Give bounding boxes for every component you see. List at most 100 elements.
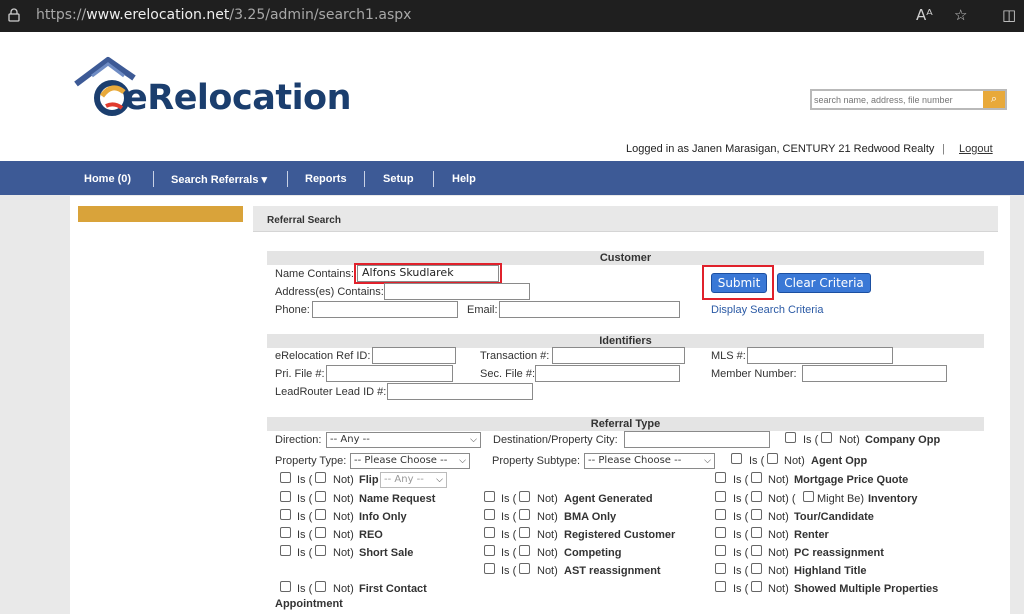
not-text: Not) [768, 547, 789, 559]
nav-help[interactable]: Help [452, 173, 476, 185]
not-text: Not) [537, 511, 558, 523]
agent-opp-checkbox-is[interactable] [731, 453, 742, 464]
email-label: Email: [467, 304, 498, 316]
display-search-criteria-link[interactable]: Display Search Criteria [711, 304, 823, 316]
renter-checkbox-is[interactable] [715, 527, 726, 538]
competing-label: Competing [564, 547, 622, 559]
pc-reassignment-checkbox-is[interactable] [715, 545, 726, 556]
renter-checkbox-not[interactable] [751, 527, 762, 538]
info-only-checkbox-is[interactable] [280, 509, 291, 520]
property-subtype-select[interactable]: -- Please Choose -- [584, 453, 715, 469]
ast-reassignment-checkbox-not[interactable] [519, 563, 530, 574]
agent-opp-checkbox-not[interactable] [767, 453, 778, 464]
sec-file-input[interactable] [535, 365, 680, 382]
bma-only-checkbox-not[interactable] [519, 509, 530, 520]
registered-customer-checkbox-is[interactable] [484, 527, 495, 538]
inventory-checkbox-is[interactable] [715, 491, 726, 502]
ast-reassignment-checkbox-is[interactable] [484, 563, 495, 574]
competing-checkbox-not[interactable] [519, 545, 530, 556]
transaction-input[interactable] [552, 347, 685, 364]
nav-search-referrals[interactable]: Search Referrals ▾ [171, 173, 267, 186]
direction-select[interactable]: -- Any -- [326, 432, 481, 448]
nav-home[interactable]: Home (0) [84, 173, 131, 185]
favorite-star-icon[interactable]: ☆ [954, 6, 967, 24]
header-separator: | [942, 143, 945, 155]
not-text: Not) [768, 565, 789, 577]
inventory-checkbox-not[interactable] [751, 491, 762, 502]
tour-candidate-label: Tour/Candidate [794, 511, 874, 523]
sidebar-accent-bar [78, 206, 243, 222]
name-request-checkbox-not[interactable] [315, 491, 326, 502]
bma-only-checkbox-is[interactable] [484, 509, 495, 520]
mortgage-checkbox-is[interactable] [715, 472, 726, 483]
pc-reassignment-checkbox-not[interactable] [751, 545, 762, 556]
is-text: Is ( [733, 547, 749, 559]
tour-candidate-checkbox-not[interactable] [751, 509, 762, 520]
flip-label: Flip [359, 474, 379, 486]
not-text: Not) [537, 565, 558, 577]
info-only-checkbox-not[interactable] [315, 509, 326, 520]
address-bar[interactable]: https://www.erelocation.net/3.25/admin/s… [36, 7, 411, 23]
showed-multiple-checkbox-not[interactable] [751, 581, 762, 592]
highland-title-checkbox-is[interactable] [715, 563, 726, 574]
mls-input[interactable] [747, 347, 893, 364]
split-screen-icon[interactable]: ◫ [1002, 6, 1016, 24]
company-opp-checkbox-not[interactable] [821, 432, 832, 443]
flip-select[interactable]: -- Any -- [380, 472, 447, 488]
reo-checkbox-not[interactable] [315, 527, 326, 538]
global-search: ⌕ [810, 89, 1007, 110]
inventory-checkbox-might[interactable] [803, 491, 814, 502]
registered-customer-checkbox-not[interactable] [519, 527, 530, 538]
not-text: Not) ( [768, 493, 796, 505]
reo-checkbox-is[interactable] [280, 527, 291, 538]
leadrouter-input[interactable] [387, 383, 533, 400]
name-request-checkbox-is[interactable] [280, 491, 291, 502]
address-contains-input[interactable] [384, 283, 530, 300]
agent-generated-checkbox-not[interactable] [519, 491, 530, 502]
member-number-input[interactable] [802, 365, 947, 382]
is-text: Is ( [501, 565, 517, 577]
phone-input[interactable] [312, 301, 458, 318]
is-text: Is ( [297, 474, 313, 486]
is-text: Is ( [297, 529, 313, 541]
nav-divider [287, 171, 288, 187]
highland-title-label: Highland Title [794, 565, 867, 577]
global-search-input[interactable] [814, 92, 982, 107]
reo-label: REO [359, 529, 383, 541]
read-aloud-icon[interactable]: Aᴬ [916, 6, 933, 24]
showed-multiple-checkbox-is[interactable] [715, 581, 726, 592]
nav-reports[interactable]: Reports [305, 173, 347, 185]
is-text: Is ( [733, 529, 749, 541]
agent-generated-checkbox-is[interactable] [484, 491, 495, 502]
first-contact-checkbox-is[interactable] [280, 581, 291, 592]
site-header: eRelocation ⌕ Logged in as Janen Marasig… [0, 32, 1024, 161]
not-text: Not) [333, 474, 354, 486]
destination-city-input[interactable] [624, 431, 770, 448]
flip-checkbox-not[interactable] [315, 472, 326, 483]
ast-reassignment-label: AST reassignment [564, 565, 661, 577]
short-sale-checkbox-not[interactable] [315, 545, 326, 556]
short-sale-checkbox-is[interactable] [280, 545, 291, 556]
tour-candidate-checkbox-is[interactable] [715, 509, 726, 520]
property-type-select[interactable]: -- Please Choose -- [350, 453, 470, 469]
nav-setup[interactable]: Setup [383, 173, 414, 185]
browser-toolbar: https://www.erelocation.net/3.25/admin/s… [0, 0, 1024, 32]
clear-criteria-button[interactable]: Clear Criteria [777, 273, 871, 293]
company-opp-checkbox-is[interactable] [785, 432, 796, 443]
not-text: Not) [333, 511, 354, 523]
mortgage-checkbox-not[interactable] [751, 472, 762, 483]
is-text: Is ( [501, 493, 517, 505]
highland-title-checkbox-not[interactable] [751, 563, 762, 574]
is-text: Is ( [297, 583, 313, 595]
name-request-label: Name Request [359, 493, 436, 505]
email-input[interactable] [499, 301, 680, 318]
competing-checkbox-is[interactable] [484, 545, 495, 556]
flip-checkbox-is[interactable] [280, 472, 291, 483]
first-contact-checkbox-not[interactable] [315, 581, 326, 592]
appointment-label: Appointment [275, 598, 343, 610]
pri-file-input[interactable] [326, 365, 453, 382]
logout-link[interactable]: Logout [959, 143, 993, 155]
not-text: Not) [333, 583, 354, 595]
ref-id-input[interactable] [372, 347, 456, 364]
search-icon[interactable]: ⌕ [983, 91, 1005, 108]
